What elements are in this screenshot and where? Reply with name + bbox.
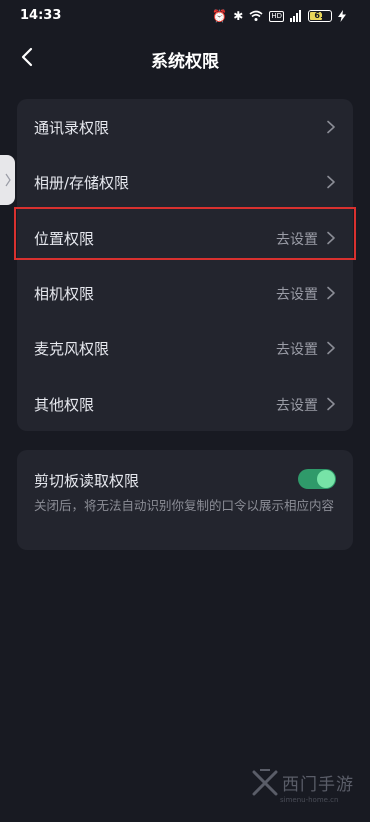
permissions-card: 通讯录权限 相册/存储权限 位置权限 去设置 相机权限 去设置 麦克风权限 去设… <box>17 99 353 431</box>
battery-icon: 61 <box>308 10 332 22</box>
row-camera-permission[interactable]: 相机权限 去设置 <box>17 265 353 320</box>
toggle-knob <box>317 470 335 488</box>
charging-icon <box>338 10 346 22</box>
alarm-icon: ⏰ <box>212 9 228 23</box>
row-other-permission[interactable]: 其他权限 去设置 <box>17 376 353 431</box>
chevron-right-icon <box>327 286 335 300</box>
side-drawer-handle[interactable] <box>0 155 15 205</box>
chevron-right-icon <box>327 397 335 411</box>
watermark-logo-icon <box>252 769 278 796</box>
chevron-right-icon <box>327 231 335 245</box>
row-album-storage-permission[interactable]: 相册/存储权限 <box>17 154 353 209</box>
status-icons: ⏰ ✱ HD 61 <box>212 8 346 24</box>
row-label: 位置权限 <box>34 230 95 248</box>
chevron-right-icon <box>327 341 335 355</box>
row-label: 相册/存储权限 <box>34 174 130 192</box>
wifi-icon <box>249 10 263 21</box>
watermark: 西门手游 simenu-home.cn <box>250 766 360 814</box>
go-settings-link[interactable]: 去设置 <box>276 284 318 304</box>
row-location-permission[interactable]: 位置权限 去设置 <box>17 210 353 265</box>
clipboard-card: 剪切板读取权限 关闭后，将无法自动识别你复制的口令以展示相应内容 <box>17 450 353 550</box>
row-label: 通讯录权限 <box>34 119 110 137</box>
clipboard-toggle[interactable] <box>298 469 336 489</box>
battery-level: 61 <box>314 11 326 20</box>
watermark-url: simenu-home.cn <box>280 796 339 804</box>
row-label: 其他权限 <box>34 396 95 414</box>
clipboard-title: 剪切板读取权限 <box>34 472 140 490</box>
row-label: 相机权限 <box>34 285 95 303</box>
page-header: 系统权限 <box>0 36 370 78</box>
row-microphone-permission[interactable]: 麦克风权限 去设置 <box>17 320 353 375</box>
status-time: 14:33 <box>20 8 62 23</box>
clipboard-description: 关闭后，将无法自动识别你复制的口令以展示相应内容 <box>34 498 335 513</box>
watermark-text: 西门手游 <box>282 775 354 795</box>
go-settings-link[interactable]: 去设置 <box>276 395 318 415</box>
chevron-right-icon <box>5 173 11 187</box>
page-title: 系统权限 <box>151 52 219 72</box>
chevron-right-icon <box>327 175 335 189</box>
row-contacts-permission[interactable]: 通讯录权限 <box>17 99 353 154</box>
signal-icon <box>290 10 301 22</box>
hd-icon: HD <box>269 10 284 22</box>
bluetooth-icon: ✱ <box>233 9 244 23</box>
chevron-right-icon <box>327 120 335 134</box>
go-settings-link[interactable]: 去设置 <box>276 339 318 359</box>
go-settings-link[interactable]: 去设置 <box>276 229 318 249</box>
row-label: 麦克风权限 <box>34 340 110 358</box>
status-bar: 14:33 ⏰ ✱ HD 61 <box>0 0 370 32</box>
